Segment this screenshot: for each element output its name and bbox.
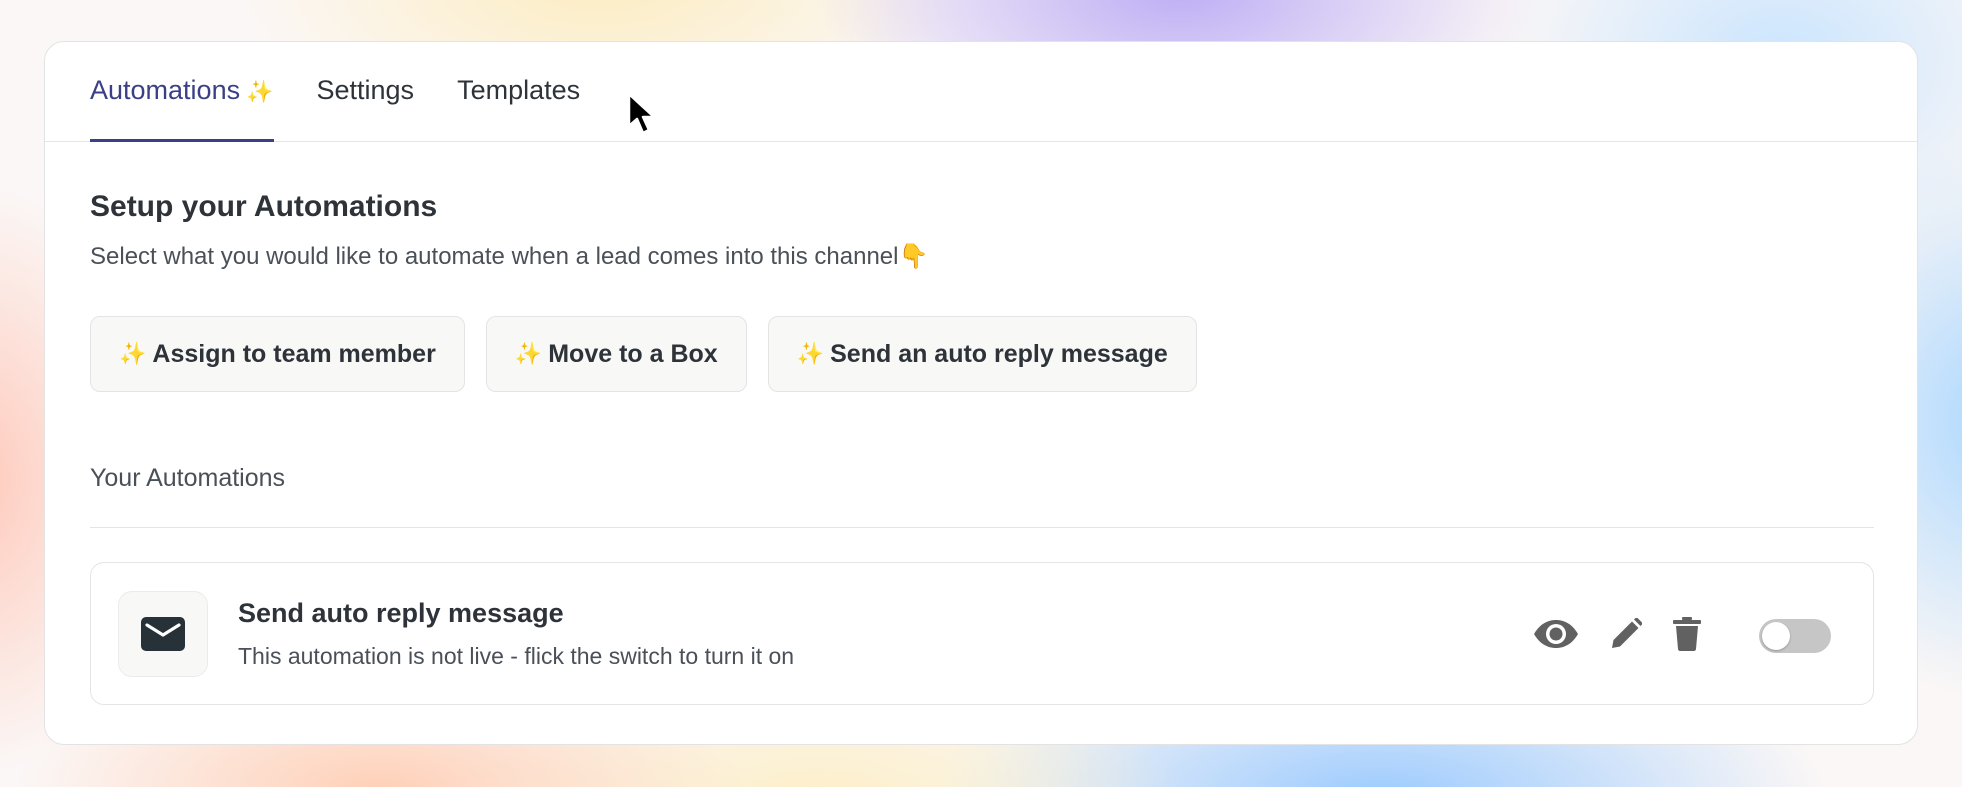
trash-icon (1673, 616, 1701, 651)
delete-button[interactable] (1670, 614, 1704, 654)
button-label: Move to a Box (548, 339, 718, 368)
automation-name: Send auto reply message (238, 597, 564, 628)
tab-templates-label: Templates (457, 75, 581, 105)
automation-item: Send auto reply message This automation … (90, 562, 1874, 705)
sparkles-icon: ✨ (246, 79, 274, 104)
send-auto-reply-button[interactable]: ✨ Send an auto reply message (767, 316, 1197, 392)
tab-settings-label: Settings (316, 75, 415, 105)
page-subtitle: Select what you would like to automate w… (90, 243, 929, 270)
automation-toggle[interactable] (1759, 618, 1831, 653)
automation-icon-box (118, 590, 208, 677)
automations-panel: Automations ✨ Settings Templates Setup yo… (44, 41, 1918, 745)
toggle-knob (1762, 621, 1790, 650)
sparkles-icon: ✨ (514, 341, 543, 366)
button-label: Send an auto reply message (830, 339, 1168, 368)
tab-templates[interactable]: Templates (457, 42, 580, 142)
sparkles-icon: ✨ (119, 341, 147, 366)
automation-details: Send auto reply message This automation … (238, 598, 794, 670)
view-button[interactable] (1531, 614, 1581, 654)
eye-icon (1534, 619, 1578, 648)
your-automations-heading: Your Automations (90, 464, 286, 492)
move-to-box-button[interactable]: ✨ Move to a Box (485, 316, 747, 392)
main-content: Setup your Automations Select what you w… (45, 142, 1917, 705)
automation-description: This automation is not live - flick the … (238, 642, 795, 669)
tab-bar: Automations ✨ Settings Templates (45, 42, 1917, 142)
tab-automations-label: Automations (90, 75, 241, 105)
automation-tools (1531, 563, 1831, 704)
edit-button[interactable] (1608, 614, 1644, 654)
assign-to-team-member-button[interactable]: ✨ Assign to team member (90, 316, 465, 392)
envelope-icon (141, 616, 185, 651)
tab-automations[interactable]: Automations ✨ (90, 42, 274, 142)
section-divider (90, 527, 1874, 528)
pencil-icon (1612, 617, 1642, 648)
sparkles-icon: ✨ (796, 341, 825, 366)
button-label: Assign to team member (152, 339, 436, 368)
mouse-cursor-icon (627, 92, 656, 135)
automation-actions: ✨ Assign to team member ✨ Move to a Box … (90, 316, 1872, 392)
tab-settings[interactable]: Settings (317, 42, 415, 142)
page-title: Setup your Automations (90, 190, 438, 223)
